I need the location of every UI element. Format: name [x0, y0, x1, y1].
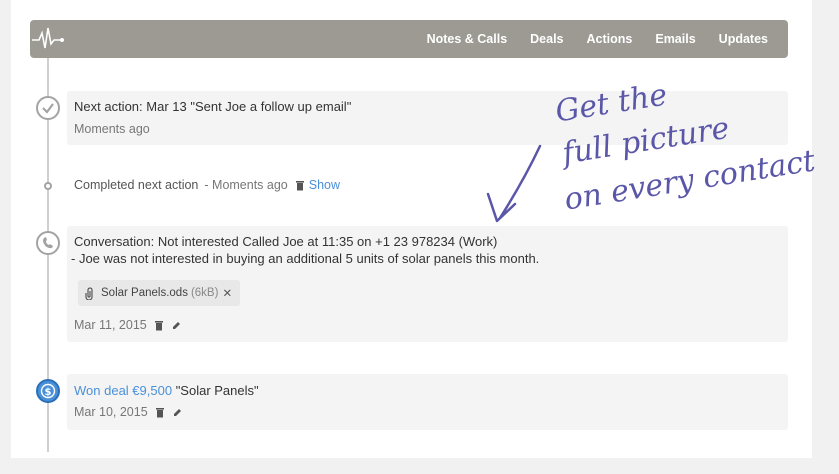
pulse-logo-icon: [32, 27, 64, 49]
paperclip-icon: [85, 287, 93, 300]
pencil-icon[interactable]: [171, 320, 182, 331]
top-navigation-bar: Notes & Calls Deals Actions Emails Updat…: [30, 20, 788, 58]
deal-line: Won deal €9,500 "Solar Panels": [74, 383, 259, 398]
completed-text: Completed next action: [74, 178, 199, 192]
deal-meta: Mar 10, 2015: [74, 405, 183, 419]
show-link[interactable]: Show: [309, 178, 340, 192]
tab-updates[interactable]: Updates: [719, 32, 768, 46]
tab-emails[interactable]: Emails: [655, 32, 695, 46]
timeline-dot: [44, 182, 52, 190]
next-action-time: Moments ago: [74, 122, 150, 136]
tab-deals[interactable]: Deals: [530, 32, 563, 46]
tab-notes-calls[interactable]: Notes & Calls: [427, 32, 508, 46]
dollar-icon: $: [36, 379, 60, 403]
attachment-name[interactable]: Solar Panels.ods: [101, 287, 188, 299]
trash-icon[interactable]: [155, 407, 165, 418]
completed-time: - Moments ago: [204, 178, 288, 192]
close-icon[interactable]: ✕: [222, 286, 232, 300]
deal-entry: Won deal €9,500 "Solar Panels" Mar 10, 2…: [67, 374, 788, 430]
trash-icon[interactable]: [295, 180, 305, 191]
checkmark-icon: [36, 96, 60, 120]
conversation-date: Mar 11, 2015: [74, 318, 147, 332]
arrow-icon: [486, 144, 542, 223]
completed-entry: Completed next action - Moments ago Show: [74, 178, 340, 192]
next-action-title: Next action: Mar 13 "Sent Joe a follow u…: [74, 99, 352, 114]
tab-actions[interactable]: Actions: [587, 32, 633, 46]
trash-icon[interactable]: [154, 320, 164, 331]
conversation-entry: Conversation: Not interested Called Joe …: [67, 226, 788, 342]
phone-icon: [36, 231, 60, 255]
deal-date: Mar 10, 2015: [74, 405, 148, 419]
conversation-body: - Joe was not interested in buying an ad…: [71, 251, 540, 266]
pencil-icon[interactable]: [172, 407, 183, 418]
deal-name: "Solar Panels": [175, 383, 259, 398]
conversation-meta: Mar 11, 2015: [74, 318, 182, 332]
attachment-chip[interactable]: Solar Panels.ods (6kB) ✕: [78, 280, 241, 306]
conversation-title: Conversation: Not interested Called Joe …: [74, 234, 498, 249]
won-deal-link[interactable]: Won deal €9,500: [74, 383, 172, 398]
attachment-size: (6kB): [190, 287, 219, 299]
nav-tabs: Notes & Calls Deals Actions Emails Updat…: [404, 20, 768, 58]
svg-text:$: $: [45, 387, 52, 398]
